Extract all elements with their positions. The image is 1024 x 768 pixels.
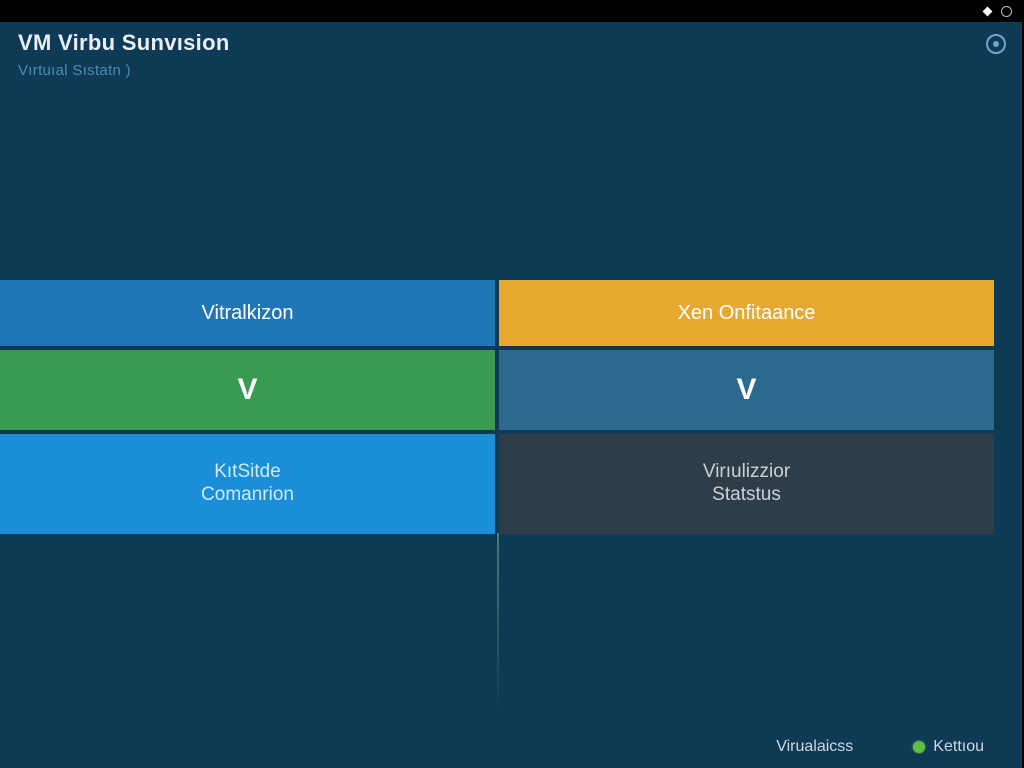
system-titlebar [0, 0, 1024, 22]
header-right [986, 30, 1006, 54]
tile-virtualizer-status[interactable]: Virıulizzior Statstus [499, 434, 994, 534]
tile-v-left[interactable]: V [0, 350, 495, 430]
footer-status: Kettıou [913, 738, 984, 756]
tile-label: Virıulizzior Statstus [703, 461, 790, 507]
dashboard-grid-wrap: Vitralkizon Xen Onfitaance V V KıtSitde … [0, 280, 1024, 534]
tile-xen-performance[interactable]: Xen Onfitaance [499, 280, 994, 346]
app-subtitle: Vırtuıal Sıstatn ) [18, 62, 230, 79]
tile-v-right[interactable]: V [499, 350, 994, 430]
footer-label-right: Kettıou [933, 738, 984, 756]
footer-label-left: Virualaicss [776, 738, 853, 756]
tile-label: V [736, 372, 756, 408]
ring-icon [1001, 6, 1012, 17]
tile-label: V [237, 372, 257, 408]
header-left: VM Virbu Sunvısion Vırtuıal Sıstatn ) [18, 30, 230, 79]
tile-label: KıtSitde Comanrion [201, 461, 294, 507]
app-header: VM Virbu Sunvısion Vırtuıal Sıstatn ) [18, 30, 1006, 79]
diamond-icon [983, 6, 993, 16]
footer-bar: Virualaicss Kettıou [0, 738, 1024, 756]
tile-virtualization[interactable]: Vitralkizon [0, 280, 495, 346]
tile-label: Xen Onfitaance [678, 301, 816, 325]
dashboard-grid: Vitralkizon Xen Onfitaance V V KıtSitde … [0, 280, 1024, 534]
tile-side-comparison[interactable]: KıtSitde Comanrion [0, 434, 495, 534]
vertical-divider [497, 533, 499, 713]
tile-label: Vitralkizon [202, 301, 294, 325]
status-dot-icon [913, 741, 925, 753]
app-title: VM Virbu Sunvısion [18, 30, 230, 56]
target-icon[interactable] [986, 34, 1006, 54]
